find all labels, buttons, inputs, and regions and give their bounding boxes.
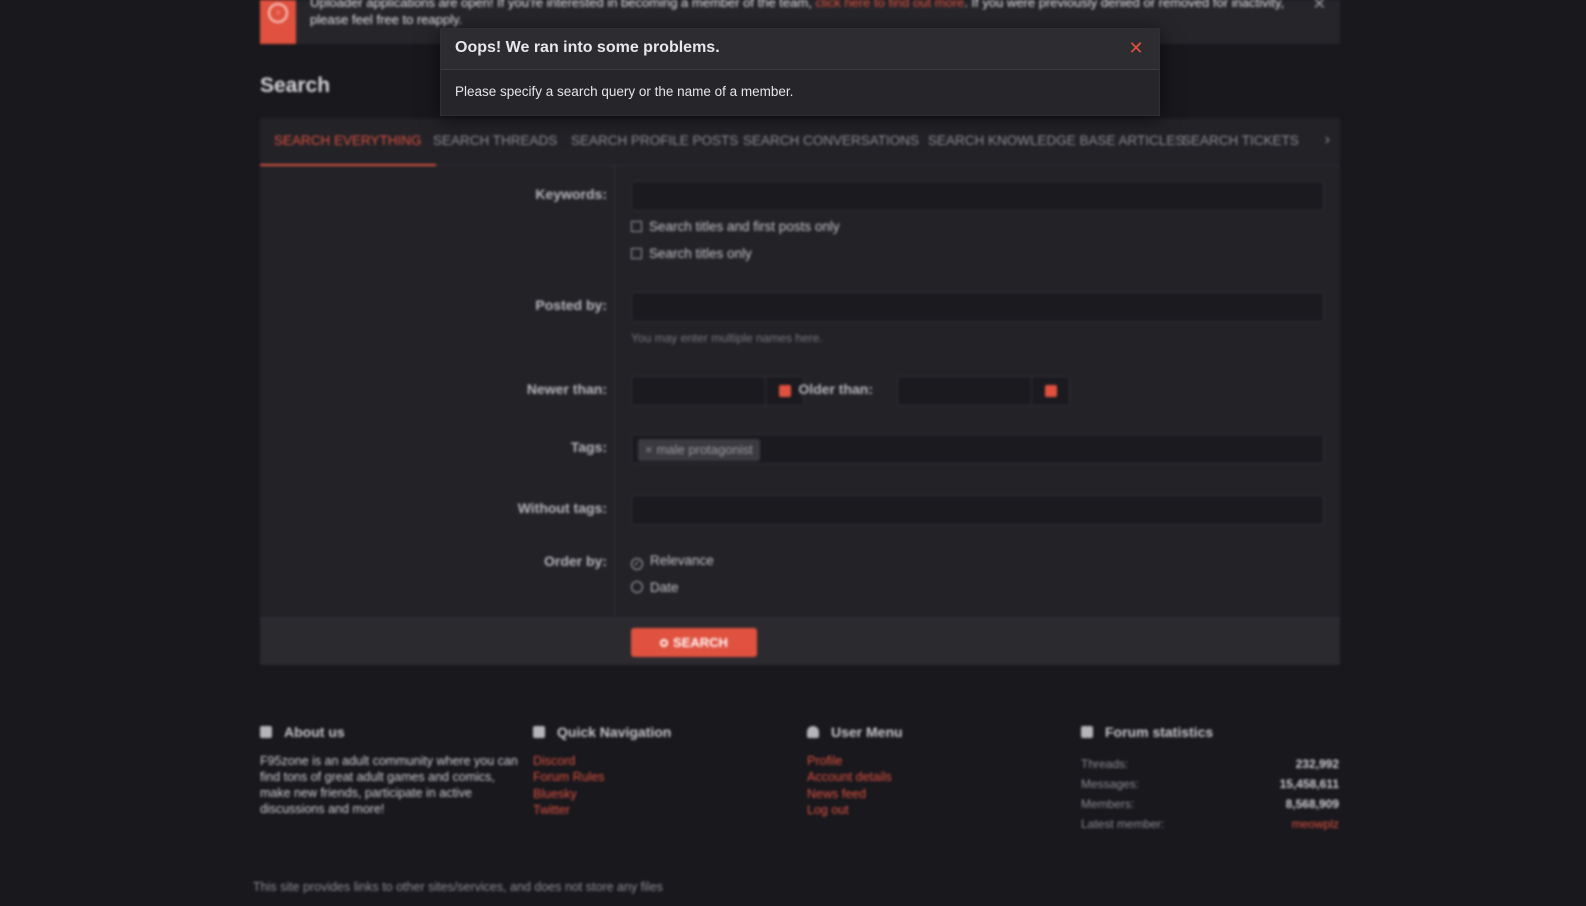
about-heading: About us <box>260 724 518 744</box>
without-tags-label: Without tags: <box>517 500 607 516</box>
quick-nav-heading: Quick Navigation <box>533 724 671 744</box>
stats-title: Forum statistics <box>1105 724 1214 740</box>
footer-disclaimer: This site provides links to other sites/… <box>253 880 663 894</box>
search-panel: SEARCH EVERYTHING SEARCH THREADS SEARCH … <box>260 118 1340 665</box>
tags-label: Tags: <box>570 439 607 455</box>
footer-forum-stats: Forum statistics Threads: 232,992 Message… <box>1081 724 1339 837</box>
footer-quick-nav: Quick Navigation Discord Forum Rules Blu… <box>533 724 671 818</box>
without-tags-input[interactable] <box>631 495 1324 525</box>
user-menu-heading: User Menu <box>807 724 903 744</box>
order-date-radio[interactable]: Date <box>631 580 679 595</box>
latest-member-link[interactable]: meowplz <box>1292 817 1339 831</box>
check-titles-only[interactable]: Search titles only <box>631 246 752 261</box>
order-by-label: Order by: <box>543 553 607 569</box>
footer-link-forum-rules[interactable]: Forum Rules <box>533 769 671 785</box>
posted-by-label: Posted by: <box>535 297 607 313</box>
newer-than-label: Newer than: <box>526 381 607 397</box>
stat-row-members: Members: 8,568,909 <box>1081 797 1339 817</box>
checkbox-icon[interactable] <box>631 248 642 259</box>
about-title: About us <box>284 724 345 740</box>
tab-search-tickets[interactable]: SEARCH TICKETS <box>1182 118 1299 166</box>
older-than-input[interactable] <box>897 376 1032 406</box>
tab-search-knowledge-base[interactable]: SEARCH KNOWLEDGE BASE ARTICLES <box>928 118 1184 166</box>
modal-message: Please specify a search query or the nam… <box>455 84 794 99</box>
notice-text: Uploader applications are open! If you'r… <box>310 0 1300 28</box>
calendar-icon <box>1045 385 1057 397</box>
user-icon <box>807 726 819 738</box>
search-button-label: SEARCH <box>673 635 728 650</box>
search-icon <box>660 639 669 647</box>
check-titles-first-label: Search titles and first posts only <box>649 219 840 234</box>
stat-value: 15,458,611 <box>1279 777 1339 791</box>
notice-text-before: Uploader applications are open! If you'r… <box>310 0 816 10</box>
quick-nav-title: Quick Navigation <box>557 724 672 740</box>
footer-link-profile[interactable]: Profile <box>807 753 903 769</box>
close-icon[interactable]: ✕ <box>1127 38 1145 58</box>
tag-chip[interactable]: × male protagonist <box>638 439 760 461</box>
notice-icon-box: › <box>260 0 296 44</box>
tabs-scroll-right-icon[interactable]: › <box>1325 131 1330 149</box>
page-background: › Uploader applications are open! If you… <box>0 0 1586 906</box>
footer-link-discord[interactable]: Discord <box>533 753 671 769</box>
footer-about: About us F95zone is an adult community w… <box>260 724 518 817</box>
keywords-input[interactable] <box>631 181 1324 211</box>
radio-icon[interactable] <box>631 581 643 593</box>
stat-label: Members: <box>1081 797 1135 811</box>
about-text: F95zone is an adult community where you … <box>260 754 518 816</box>
form-footer: SEARCH <box>260 618 1340 665</box>
newer-than-input[interactable] <box>631 376 766 406</box>
check-titles-only-label: Search titles only <box>649 246 752 261</box>
info-circle-icon: › <box>268 3 288 23</box>
tags-input[interactable]: × male protagonist <box>631 434 1324 464</box>
stat-label: Messages: <box>1081 777 1140 791</box>
radio-checked-icon[interactable]: ✓ <box>631 558 643 570</box>
stat-row-threads: Threads: 232,992 <box>1081 757 1339 777</box>
order-relevance-label: Relevance <box>650 553 714 568</box>
tag-remove-icon[interactable]: × <box>645 442 653 457</box>
posted-by-input[interactable] <box>631 292 1324 322</box>
footer-link-log-out[interactable]: Log out <box>807 802 903 818</box>
keywords-label: Keywords: <box>535 186 607 202</box>
tab-search-everything[interactable]: SEARCH EVERYTHING <box>260 118 436 166</box>
tab-search-profile-posts[interactable]: SEARCH PROFILE POSTS <box>571 118 738 166</box>
user-menu-title: User Menu <box>831 724 903 740</box>
order-date-label: Date <box>650 580 679 595</box>
tag-chip-label: male protagonist <box>656 442 753 457</box>
chart-icon <box>1081 726 1093 738</box>
checkbox-icon[interactable] <box>631 221 642 232</box>
stat-row-messages: Messages: 15,458,611 <box>1081 777 1339 797</box>
search-tabs: SEARCH EVERYTHING SEARCH THREADS SEARCH … <box>260 118 1340 166</box>
footer-user-menu: User Menu Profile Account details News f… <box>807 724 903 818</box>
stat-label: Latest member: <box>1081 817 1165 831</box>
search-button[interactable]: SEARCH <box>631 628 757 657</box>
calendar-icon <box>779 385 791 397</box>
older-than-calendar-button[interactable] <box>1032 376 1070 406</box>
footer-link-twitter[interactable]: Twitter <box>533 802 671 818</box>
tab-search-conversations[interactable]: SEARCH CONVERSATIONS <box>743 118 919 166</box>
tab-search-threads[interactable]: SEARCH THREADS <box>433 118 557 166</box>
notice-link[interactable]: click here to find out more <box>815 0 964 10</box>
modal-header: Oops! We ran into some problems. ✕ <box>441 29 1159 70</box>
list-icon <box>533 726 545 738</box>
book-icon <box>260 726 272 738</box>
stat-value: 232,992 <box>1295 757 1339 771</box>
footer-link-news-feed[interactable]: News feed <box>807 786 903 802</box>
stats-heading: Forum statistics <box>1081 724 1339 744</box>
page-title: Search <box>260 74 331 97</box>
footer-link-bluesky[interactable]: Bluesky <box>533 786 671 802</box>
order-relevance-radio[interactable]: ✓ Relevance <box>631 553 714 570</box>
modal-title: Oops! We ran into some problems. <box>455 39 720 56</box>
stat-label: Threads: <box>1081 757 1129 771</box>
footer-link-account-details[interactable]: Account details <box>807 769 903 785</box>
notice-close-icon[interactable]: ✕ <box>1313 0 1326 14</box>
error-modal: Oops! We ran into some problems. ✕ Pleas… <box>440 28 1160 116</box>
older-than-label: Older than: <box>798 381 873 397</box>
posted-by-hint: You may enter multiple names here. <box>631 331 823 345</box>
stat-row-latest-member: Latest member: meowplz <box>1081 817 1339 837</box>
check-titles-first-posts[interactable]: Search titles and first posts only <box>631 219 840 234</box>
stat-value: 8,568,909 <box>1285 797 1339 811</box>
